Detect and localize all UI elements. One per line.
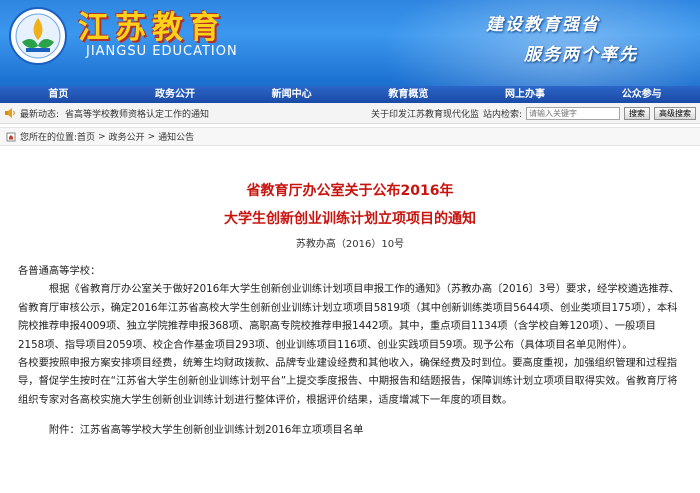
attachment-link[interactable]: 附件：江苏省高等学校大学生创新创业训练计划2016年立项项目名单 — [18, 421, 682, 439]
nav-item-news-center[interactable]: 新闻中心 — [233, 86, 350, 103]
site-name-cn: 江苏教育 — [78, 10, 226, 46]
breadcrumb-home[interactable]: 首页 — [77, 130, 95, 143]
nav-item-education-overview[interactable]: 教育概览 — [350, 86, 467, 103]
article: 省教育厅办公室关于公布2016年 大学生创新创业训练计划立项项目的通知 苏教办高… — [0, 146, 700, 493]
main-nav: 首页 政务公开 新闻中心 教育概览 网上办事 公众参与 — [0, 86, 700, 103]
news-ticker[interactable]: 省高等学校教师资格认定工作的通知 — [65, 107, 365, 120]
breadcrumb-separator: > — [147, 131, 156, 142]
slogan-1: 建设教育强省 — [486, 15, 600, 35]
article-paragraph-1: 根据《省教育厅办公室关于做好2016年大学生创新创业训练计划项目申报工作的通知》… — [18, 283, 680, 351]
nav-item-home[interactable]: 首页 — [0, 86, 117, 103]
article-body: 各普通高等学校： 根据《省教育厅办公室关于做好2016年大学生创新创业训练计划项… — [18, 262, 682, 440]
search-input[interactable] — [526, 106, 620, 120]
location-icon — [6, 132, 16, 141]
article-title-line2: 大学生创新创业训练计划立项项目的通知 — [224, 211, 476, 227]
breadcrumb-separator: > — [98, 131, 106, 142]
nav-item-online-services[interactable]: 网上办事 — [467, 86, 584, 103]
ticker-item-2[interactable]: 关于印发江苏教育现代化监 — [371, 107, 479, 120]
breadcrumb: 您所在的位置: 首页 > 政务公开 > 通知公告 — [0, 127, 700, 146]
latest-news-label: 最新动态: — [20, 109, 60, 120]
advanced-search-button[interactable]: 高级搜索 — [654, 106, 696, 120]
speaker-icon — [5, 108, 15, 118]
breadcrumb-government-affairs[interactable]: 政务公开 — [109, 130, 145, 143]
nav-item-government-affairs[interactable]: 政务公开 — [117, 86, 234, 103]
salutation: 各普通高等学校： — [18, 265, 101, 277]
notice-bar: 最新动态: 省高等学校教师资格认定工作的通知 关于印发江苏教育现代化监 站内检索… — [0, 103, 700, 124]
article-paragraph-2: 各校要按照申报方案安排项目经费，统筹生均财政拨款、品牌专业建设经费和其他收入，确… — [18, 357, 678, 406]
breadcrumb-prefix: 您所在的位置: — [20, 133, 78, 143]
ticker-item[interactable]: 省高等学校教师资格认定工作的通知 — [65, 110, 209, 120]
site-banner: 江苏教育 JIANGSU EDUCATION 建设教育强省 服务两个率先 — [0, 0, 700, 86]
article-title-line1: 省教育厅办公室关于公布2016年 — [246, 183, 454, 199]
site-name-en: JIANGSU EDUCATION — [86, 44, 238, 59]
search-button[interactable]: 搜索 — [624, 106, 650, 120]
breadcrumb-notices[interactable]: 通知公告 — [158, 130, 194, 143]
document-number: 苏教办高（2016）10号 — [295, 239, 405, 250]
jiangsu-education-emblem-icon[interactable] — [8, 6, 68, 66]
search-area: 关于印发江苏教育现代化监 站内检索: 搜索 高级搜索 — [371, 106, 700, 120]
search-label: 站内检索: — [482, 109, 522, 120]
slogan-2: 服务两个率先 — [524, 45, 638, 65]
nav-item-public-participation[interactable]: 公众参与 — [583, 86, 700, 103]
